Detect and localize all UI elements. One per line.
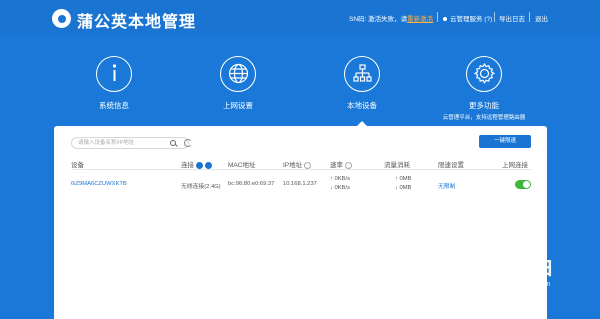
limit-setting-link[interactable]: 无限制 <box>438 181 455 190</box>
sn-prefix: SN码: 激活失败，请 <box>349 16 408 23</box>
col-internet: 上网连接 <box>502 162 528 169</box>
divider <box>437 12 438 22</box>
nav-label: 更多功能 <box>469 101 499 110</box>
traffic-up: ↑ 0MB <box>395 176 412 182</box>
col-mac: MAC地址 <box>228 162 256 169</box>
nav-label: 本地设备 <box>347 101 377 110</box>
gear-icon <box>466 56 502 92</box>
nav-system-info[interactable]: 系统信息 <box>69 56 159 111</box>
nav-internet-settings[interactable]: 上网设置 <box>193 56 283 111</box>
ip-address: 10.168.1.237 <box>283 181 317 187</box>
wifi-filter-icon[interactable] <box>196 161 203 169</box>
nav-more-features[interactable]: 更多功能 云管理平台，支持远程管理路由器 <box>439 56 529 121</box>
search-icon[interactable] <box>170 140 176 146</box>
watermark-url: luyouqi.com <box>513 281 551 288</box>
traffic-down: ↓ 0MB <box>395 185 412 191</box>
status-dot-icon <box>443 17 447 22</box>
speed-down: ↓ 0KB/s <box>330 185 350 191</box>
divider <box>494 12 495 22</box>
watermark: 路由器 luyouqi.com <box>461 250 571 309</box>
col-limit: 限速设置 <box>438 162 464 169</box>
export-log-link[interactable]: 导出日志 <box>499 13 525 23</box>
logo-icon <box>52 9 71 28</box>
internet-toggle[interactable] <box>515 180 531 189</box>
nav-label: 系统信息 <box>99 101 129 110</box>
cable-filter-icon[interactable] <box>205 161 212 169</box>
col-ip: IP地址 <box>283 159 312 169</box>
sort-icon[interactable] <box>345 161 352 169</box>
col-device: 设备 <box>71 162 84 169</box>
mac-address: bc:96:80:e0:69:37 <box>228 181 275 187</box>
col-speed-label: 速率 <box>330 162 343 169</box>
one-key-limit-button[interactable]: 一键限速 <box>479 135 531 148</box>
col-ip-label: IP地址 <box>283 162 303 169</box>
nav-sublabel: 云管理平台，支持远程管理路由器 <box>442 115 526 121</box>
reactivate-link[interactable]: 重新激活 <box>407 16 433 23</box>
col-connection-label: 连接 <box>181 162 194 169</box>
col-traffic: 流量消耗 <box>384 162 410 169</box>
speed-up: ↑ 0KB/s <box>330 176 350 182</box>
globe-icon <box>220 56 256 92</box>
col-connection: 连接 <box>181 159 212 169</box>
sort-icon[interactable] <box>304 161 312 169</box>
app-title: 蒲公英本地管理 <box>77 14 197 31</box>
divider <box>529 12 530 22</box>
network-tree-icon <box>344 56 380 92</box>
refresh-icon[interactable] <box>184 139 192 147</box>
nav-label: 上网设置 <box>223 101 253 110</box>
device-name[interactable]: 6iZ9MA6CZUWXKTB <box>71 181 127 187</box>
top-bar: 蒲公英本地管理 SN码: 激活失败，请重新激活 云管理服务 (?) 导出日志 退… <box>0 0 600 34</box>
router-logo-icon <box>461 252 503 294</box>
connection-type: 无线连接(2.4G) <box>181 184 221 190</box>
sn-status: SN码: 激活失败，请重新激活 <box>349 13 433 23</box>
cloud-service-toggle[interactable]: 云管理服务 (?) <box>443 13 492 23</box>
cloud-label: 云管理服务 (?) <box>450 16 493 23</box>
logout-link[interactable]: 退出 <box>535 13 548 23</box>
info-icon <box>96 56 132 92</box>
header-divider <box>71 169 531 170</box>
nav-local-devices[interactable]: 本地设备 <box>317 56 407 111</box>
col-speed: 速率 <box>330 159 352 169</box>
